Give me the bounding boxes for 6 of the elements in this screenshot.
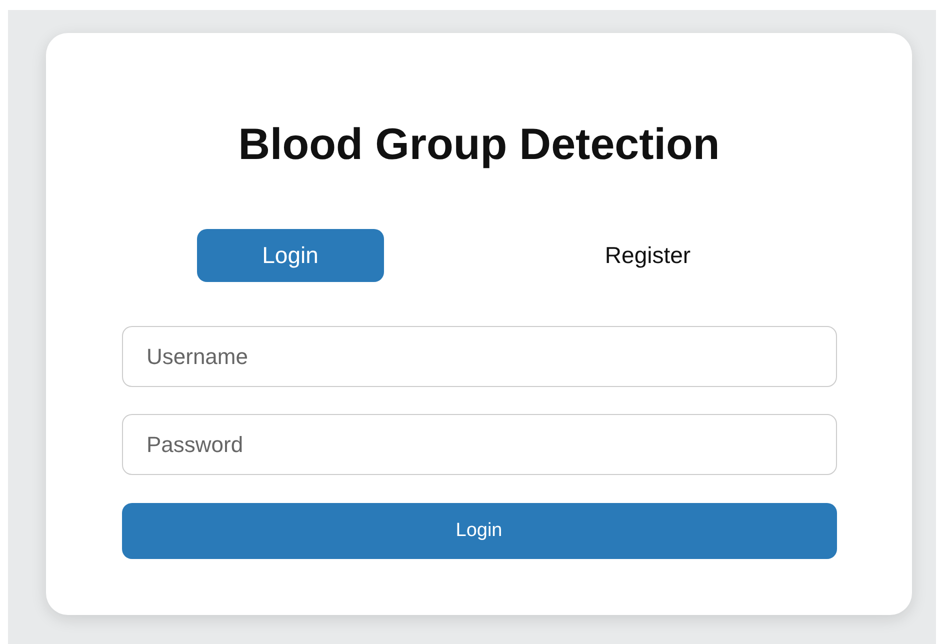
login-button[interactable]: Login: [122, 503, 836, 559]
tab[interactable]: Login: [196, 229, 384, 282]
page-title: Blood Group Detection: [238, 119, 720, 171]
input-field[interactable]: Username: [122, 326, 836, 387]
tab[interactable]: Register: [554, 229, 742, 282]
input-field[interactable]: Password: [122, 414, 836, 475]
